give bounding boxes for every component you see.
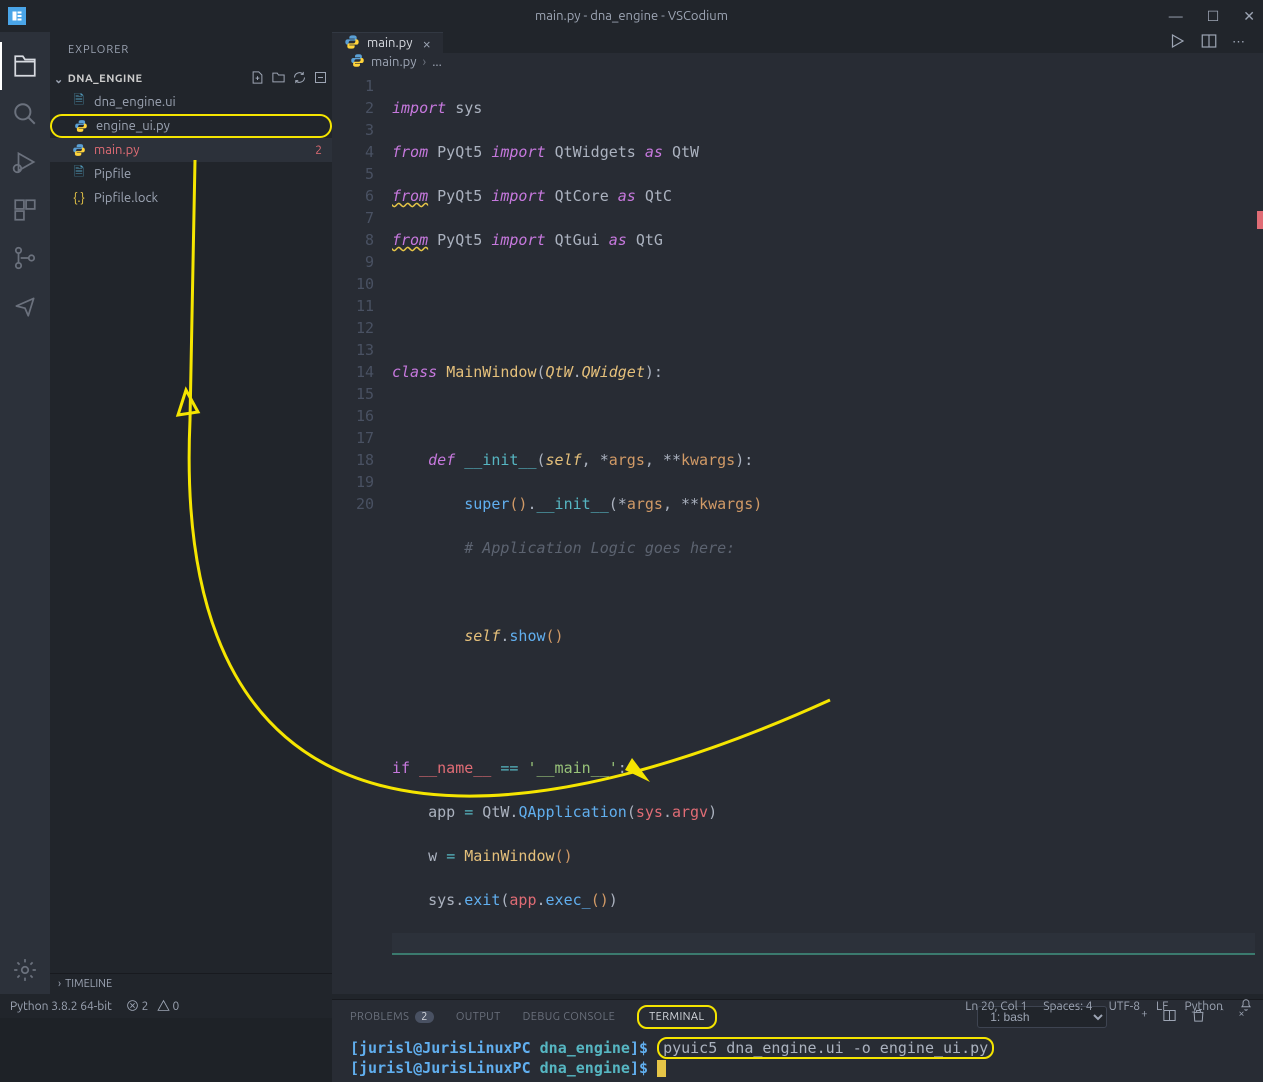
panel-tab-output[interactable]: OUTPUT xyxy=(456,1011,501,1023)
file-name: Pipfile.lock xyxy=(94,191,158,205)
error-badge: 2 xyxy=(315,144,322,157)
new-file-icon[interactable] xyxy=(250,70,265,88)
json-icon: {.} xyxy=(70,191,88,205)
gutter: 1234567891011121314151617181920 xyxy=(332,71,392,999)
status-ln-col[interactable]: Ln 20, Col 1 xyxy=(965,1000,1027,1013)
activity-extensions[interactable] xyxy=(0,186,50,234)
collapse-icon[interactable] xyxy=(313,70,328,88)
file-item-ui[interactable]: 🗎 dna_engine.ui xyxy=(50,90,332,114)
file-item-engine-ui[interactable]: engine_ui.py xyxy=(50,114,332,138)
breadcrumb[interactable]: main.py › ... xyxy=(332,53,1263,71)
timeline-section[interactable]: › TIMELINE xyxy=(50,973,332,994)
refresh-icon[interactable] xyxy=(292,70,307,88)
activity-source-control[interactable] xyxy=(0,234,50,282)
more-icon[interactable]: ⋯ xyxy=(1232,35,1245,50)
split-icon[interactable] xyxy=(1200,32,1218,53)
activity-explorer[interactable] xyxy=(0,42,50,90)
run-icon[interactable] xyxy=(1168,32,1186,53)
activity-share[interactable] xyxy=(0,282,50,330)
status-lang[interactable]: Python xyxy=(1184,1000,1223,1013)
problems-badge: 2 xyxy=(415,1011,434,1023)
timeline-label: TIMELINE xyxy=(65,978,112,990)
terminal-cursor xyxy=(657,1060,666,1077)
sidebar-title: EXPLORER xyxy=(50,32,332,68)
terminal-prompt-user: [jurisl@JurisLinuxPC xyxy=(350,1039,540,1057)
activity-settings[interactable] xyxy=(0,946,50,994)
file-name: Pipfile xyxy=(94,167,131,181)
python-icon xyxy=(70,143,88,157)
tab-main-py[interactable]: main.py × xyxy=(332,32,443,53)
activity-bar xyxy=(0,32,50,994)
breadcrumb-dots: ... xyxy=(432,55,442,69)
file-icon: 🗎 xyxy=(70,91,88,113)
editor-area: main.py × ⋯ main.py › ... 12345678910111… xyxy=(332,32,1263,994)
terminal-prompt-end: ]$ xyxy=(630,1039,648,1057)
chevron-down-icon: ⌄ xyxy=(54,73,64,86)
terminal-prompt-user: [jurisl@JurisLinuxPC xyxy=(350,1059,540,1077)
python-icon xyxy=(350,53,365,71)
window-title: main.py - dna_engine - VSCodium xyxy=(0,9,1263,23)
chevron-right-icon: › xyxy=(58,978,61,990)
breadcrumb-file: main.py xyxy=(371,55,417,69)
panel-tab-terminal[interactable]: TERMINAL xyxy=(637,1005,716,1029)
code-editor[interactable]: 1234567891011121314151617181920 import s… xyxy=(332,71,1263,999)
status-eol[interactable]: LF xyxy=(1156,1000,1168,1013)
close-icon[interactable]: × xyxy=(423,35,431,52)
file-name: dna_engine.ui xyxy=(94,95,176,109)
new-folder-icon[interactable] xyxy=(271,70,286,88)
code-content[interactable]: import sys from PyQt5 import QtWidgets a… xyxy=(392,71,1255,999)
terminal-prompt-path: dna_engine xyxy=(540,1059,630,1077)
file-icon: 🗎 xyxy=(70,163,88,185)
file-name: main.py xyxy=(94,143,140,157)
tab-label: main.py xyxy=(367,36,413,50)
file-name: engine_ui.py xyxy=(96,119,170,133)
status-problems[interactable]: 2 0 xyxy=(126,999,179,1013)
file-item-main[interactable]: main.py 2 xyxy=(50,138,332,162)
terminal-command: pyuic5 dna_engine.ui -o engine_ui.py xyxy=(657,1037,994,1059)
python-icon xyxy=(72,119,90,133)
panel-tab-problems[interactable]: PROBLEMS 2 xyxy=(350,1011,434,1023)
status-spaces[interactable]: Spaces: 4 xyxy=(1043,1000,1092,1013)
explorer-sidebar: EXPLORER ⌄ DNA_ENGINE 🗎 dna_engine.ui en… xyxy=(50,32,332,994)
folder-name: DNA_ENGINE xyxy=(68,73,143,85)
status-python[interactable]: Python 3.8.2 64-bit xyxy=(10,1000,112,1013)
file-item-pipfile-lock[interactable]: {.} Pipfile.lock xyxy=(50,186,332,210)
activity-debug[interactable] xyxy=(0,138,50,186)
panel-tab-debug[interactable]: DEBUG CONSOLE xyxy=(523,1011,616,1023)
file-item-pipfile[interactable]: 🗎 Pipfile xyxy=(50,162,332,186)
folder-header[interactable]: ⌄ DNA_ENGINE xyxy=(50,68,332,90)
activity-search[interactable] xyxy=(0,90,50,138)
terminal-prompt-path: dna_engine xyxy=(540,1039,630,1057)
status-encoding[interactable]: UTF-8 xyxy=(1109,1000,1140,1013)
bell-icon[interactable] xyxy=(1239,998,1253,1015)
error-marker xyxy=(1257,211,1263,229)
terminal-body[interactable]: [jurisl@JurisLinuxPC dna_engine]$ pyuic5… xyxy=(332,1034,1263,1082)
python-icon xyxy=(344,34,360,53)
tab-bar: main.py × ⋯ xyxy=(332,32,1263,53)
title-bar: main.py - dna_engine - VSCodium — ☐ ✕ xyxy=(0,0,1263,32)
file-list: 🗎 dna_engine.ui engine_ui.py main.py 2 🗎… xyxy=(50,90,332,210)
terminal-prompt-end: ]$ xyxy=(630,1059,648,1077)
